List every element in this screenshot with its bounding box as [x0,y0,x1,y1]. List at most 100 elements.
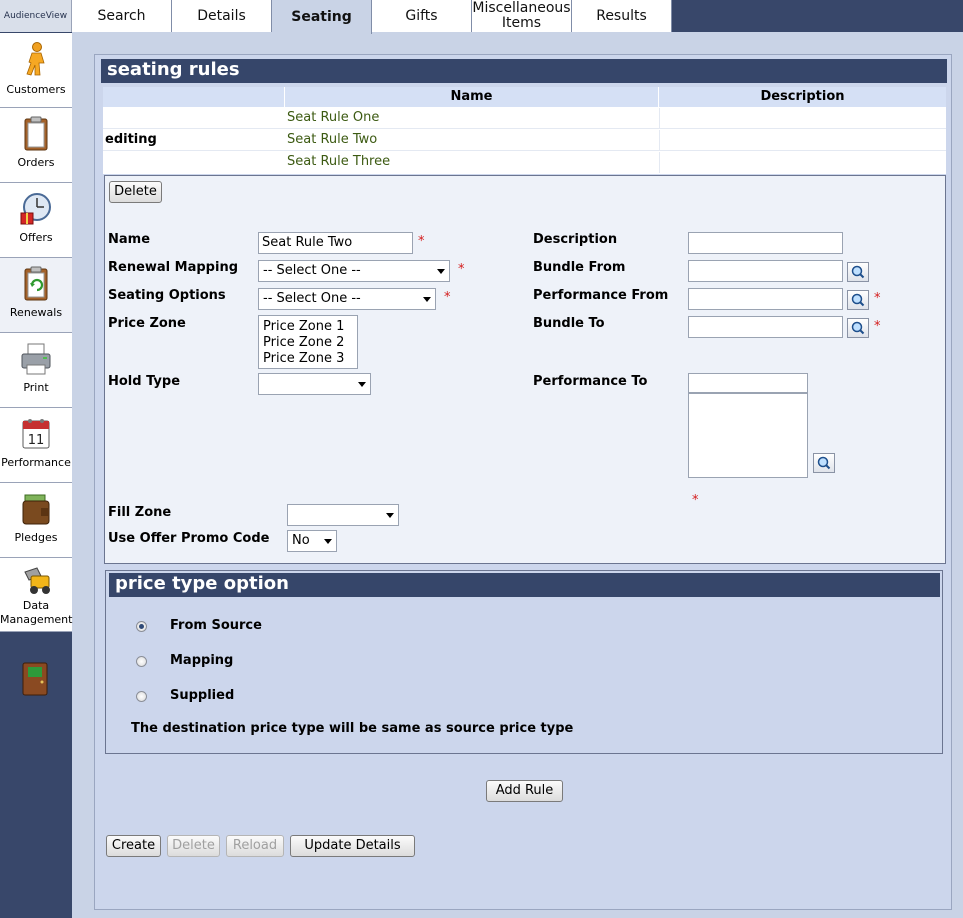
performance-to-listbox[interactable] [688,393,808,478]
required-marker: * [444,290,451,305]
column-divider [659,152,660,173]
tab-gifts[interactable]: Gifts [372,0,472,32]
hold-type-label: Hold Type [108,374,181,389]
chevron-down-icon [358,382,366,387]
add-rule-button[interactable]: Add Rule [486,780,563,802]
radio-supplied[interactable] [136,691,147,702]
nav-label: Performance [1,456,71,469]
name-input[interactable]: Seat Rule Two [258,232,413,254]
tab-results[interactable]: Results [572,0,672,32]
chevron-down-icon [437,269,445,274]
radio-from-source[interactable] [136,621,147,632]
performance-from-lookup-button[interactable] [847,290,869,310]
radio-label-mapping[interactable]: Mapping [170,653,233,668]
magnifier-icon [851,265,865,279]
bundle-from-input[interactable] [688,260,843,282]
table-row[interactable]: Seat Rule Three [103,152,946,173]
column-header-status [103,87,284,107]
row-name[interactable]: Seat Rule Three [287,154,390,169]
tab-search[interactable]: Search [72,0,172,32]
price-zone-label: Price Zone [108,316,186,331]
seating-options-value: -- Select One -- [263,291,361,306]
create-button[interactable]: Create [106,835,161,857]
offers-icon [20,193,51,225]
nav-item-orders[interactable]: Orders [0,108,72,183]
nav-item-pledges[interactable]: Pledges [0,483,72,558]
tab-seating[interactable]: Seating [272,0,372,34]
nav-item-renewals[interactable]: Renewals [0,258,72,333]
list-item[interactable]: Price Zone 2 [263,335,353,351]
renewals-icon [24,266,48,301]
description-input[interactable] [688,232,843,254]
column-header-name[interactable]: Name [285,87,658,107]
fill-zone-label: Fill Zone [108,505,172,520]
nav-label: Orders [17,156,55,169]
price-type-note: The destination price type will be same … [131,721,574,736]
use-offer-promo-code-select[interactable]: No [287,530,337,552]
section-title-seating-rules: seating rules [101,59,947,83]
performance-to-label: Performance To [533,374,648,389]
nav-label: Print [23,381,49,394]
performance-to-input[interactable] [688,373,808,393]
required-marker: * [874,291,881,306]
radio-label-supplied[interactable]: Supplied [170,688,234,703]
section-title-price-type-option: price type option [109,573,940,597]
performance-from-label: Performance From [533,288,669,303]
bundle-to-input[interactable] [688,316,843,338]
nav-label: Offers [19,231,53,244]
nav-label: Renewals [9,306,63,319]
magnifier-icon [817,456,831,470]
reload-button[interactable]: Reload [226,835,284,857]
table-row[interactable]: Seat Rule One [103,108,946,129]
use-offer-promo-code-label: Use Offer Promo Code [108,531,270,546]
renewal-mapping-value: -- Select One -- [263,263,361,278]
tab-miscellaneous-items[interactable]: Miscellaneous Items [472,0,572,32]
wallet-icon [22,494,50,525]
required-marker: * [458,262,465,277]
update-details-button[interactable]: Update Details [290,835,415,857]
list-item[interactable]: Price Zone 3 [263,351,353,367]
nav-item-customers[interactable]: Customers [0,33,72,108]
orders-icon [24,116,48,151]
seating-rules-table: Name Description Seat Rule One editing S… [103,87,946,174]
magnifier-icon [851,321,865,335]
nav-item-performance[interactable]: 11 Performance [0,408,72,483]
column-divider [659,108,660,129]
delete-rule-button[interactable]: Delete [109,181,162,203]
exit-door-icon[interactable] [22,662,48,696]
bundle-to-label: Bundle To [533,316,605,331]
row-status: editing [105,132,157,147]
bundle-to-lookup-button[interactable] [847,318,869,338]
fill-zone-select[interactable] [287,504,399,526]
tab-details[interactable]: Details [172,0,272,32]
required-marker: * [418,234,425,249]
nav-item-print[interactable]: Print [0,333,72,408]
hold-type-select[interactable] [258,373,371,395]
name-label: Name [108,232,151,247]
calendar-icon: 11 [22,419,50,449]
row-name[interactable]: Seat Rule One [287,110,379,125]
radio-mapping[interactable] [136,656,147,667]
price-zone-listbox[interactable]: Price Zone 1 Price Zone 2 Price Zone 3 [258,315,358,369]
nav-item-offers[interactable]: Offers [0,183,72,258]
row-name[interactable]: Seat Rule Two [287,132,377,147]
nav-item-data-management[interactable]: Data Management [0,558,72,632]
performance-to-lookup-button[interactable] [813,453,835,473]
performance-from-input[interactable] [688,288,843,310]
customers-icon [26,42,45,76]
delete-button[interactable]: Delete [167,835,220,857]
renewal-mapping-select[interactable]: -- Select One -- [258,260,450,282]
seating-options-select[interactable]: -- Select One -- [258,288,436,310]
column-header-description[interactable]: Description [659,87,946,107]
nav-label: Customers [6,83,66,96]
chevron-down-icon [324,539,332,544]
bundle-from-label: Bundle From [533,260,626,275]
table-row[interactable]: editing Seat Rule Two [103,130,946,151]
required-marker: * [692,493,699,508]
radio-label-from-source[interactable]: From Source [170,618,262,633]
printer-icon [21,343,51,375]
use-offer-promo-code-value: No [292,533,310,548]
svg-text:11: 11 [28,433,45,448]
bundle-from-lookup-button[interactable] [847,262,869,282]
list-item[interactable]: Price Zone 1 [263,319,353,335]
